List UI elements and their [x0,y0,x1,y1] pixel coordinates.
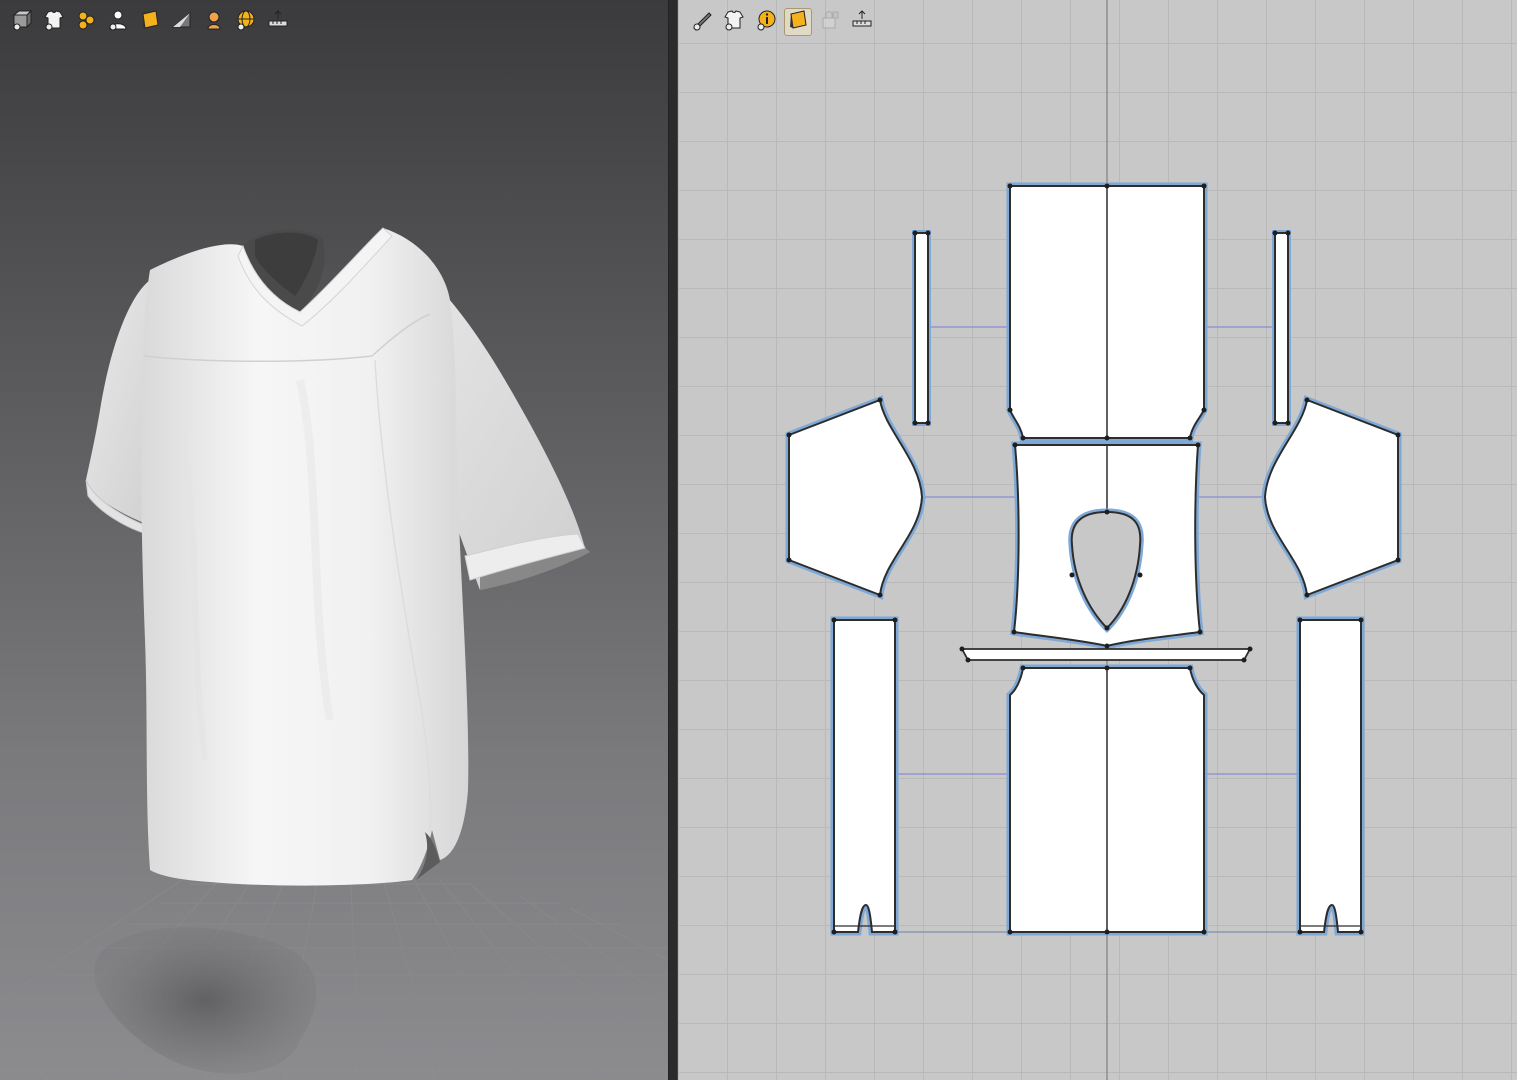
pattern-piece-cuff-left[interactable] [912,230,931,426]
pattern-piece-sleeve-right[interactable] [1261,395,1402,600]
3d-tool-surface-render-button[interactable] [168,8,196,36]
3d-toolbar [8,8,292,36]
2d-tool-ruler-measure-button[interactable] [848,8,876,36]
pattern-piece-collar-band[interactable] [960,648,1252,661]
2d-tool-info-button[interactable] [752,8,780,36]
surface-render-icon [170,8,194,37]
pattern-edit-icon [690,8,714,37]
3d-tool-shirt-visibility-button[interactable] [40,8,68,36]
clo-workspace [0,0,1517,1080]
pattern-piece-back-upper[interactable] [1006,182,1208,442]
ruler-measure-icon [850,8,874,37]
3d-scene[interactable] [0,0,668,1080]
texture-icon [786,8,810,37]
pattern-piece-cuff-right[interactable] [1272,230,1291,426]
2d-tool-texture-button[interactable] [784,8,812,36]
pattern-pieces [785,182,1402,936]
3d-viewport[interactable] [0,0,668,1080]
2d-tool-pattern-visibility-button[interactable] [720,8,748,36]
3d-tool-texture-display-button[interactable] [136,8,164,36]
garment-shadow [94,927,317,1074]
3d-tool-cube-display-button[interactable] [8,8,36,36]
pin-points-icon [74,8,98,37]
info-icon [754,8,778,37]
pattern-piece-sleeve-left[interactable] [785,395,926,600]
pattern-piece-side-left[interactable] [830,616,899,936]
3d-tool-avatar-visibility-button[interactable] [104,8,132,36]
2d-tool-lock-pattern-button[interactable] [816,8,844,36]
pattern-piece-side-right[interactable] [1296,616,1365,936]
lock-pattern-icon [818,8,842,37]
pattern-piece-front[interactable] [1006,664,1208,936]
cube-display-icon [10,8,34,37]
ruler-measure-icon [266,8,290,37]
texture-display-icon [138,8,162,37]
2d-pattern-window[interactable] [678,0,1517,1080]
shirt-visibility-icon [42,8,66,37]
2d-tool-pattern-edit-button[interactable] [688,8,716,36]
3d-tool-wireframe-globe-button[interactable] [232,8,260,36]
avatar-head-icon [202,8,226,37]
avatar-visibility-icon [106,8,130,37]
pattern-piece-yoke[interactable] [1010,441,1204,650]
wireframe-globe-icon [234,8,258,37]
shirt-body [141,228,469,886]
2d-toolbar [688,8,876,36]
3d-tool-pin-points-button[interactable] [72,8,100,36]
pattern-visibility-icon [722,8,746,37]
pattern-canvas[interactable] [678,0,1517,1080]
3d-tool-ruler-measure-button[interactable] [264,8,292,36]
3d-tool-avatar-head-button[interactable] [200,8,228,36]
view-splitter[interactable] [668,0,678,1080]
